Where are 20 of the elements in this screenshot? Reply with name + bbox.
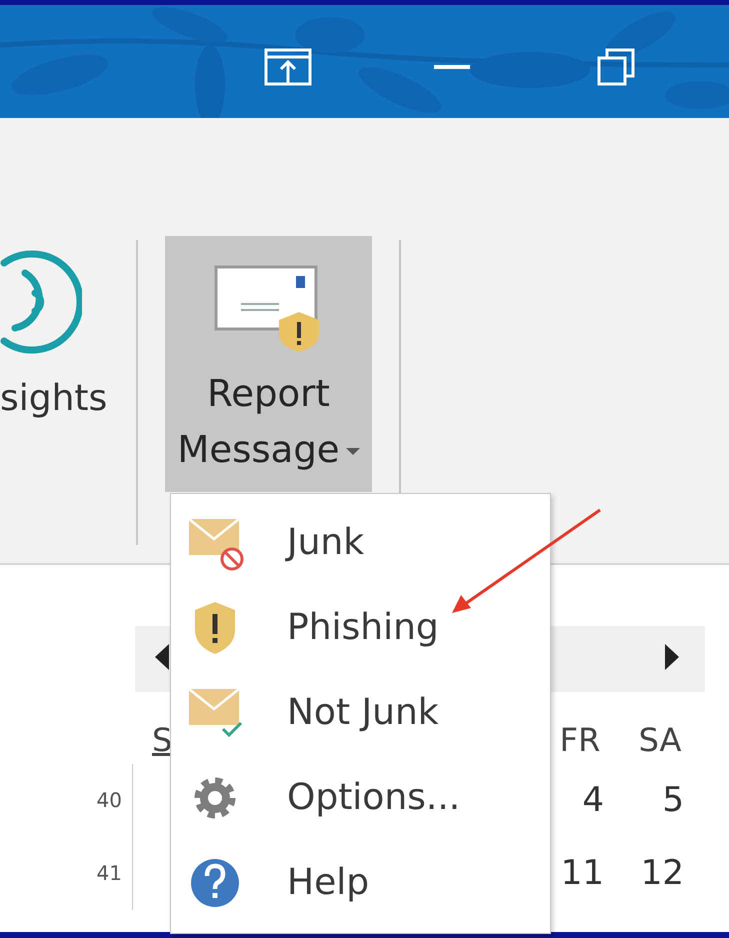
day-header: S <box>152 720 172 761</box>
insights-button[interactable]: sights <box>0 236 112 436</box>
menu-item[interactable]: Phishing <box>171 585 550 670</box>
menu-item[interactable]: Junk <box>171 500 550 585</box>
menu-item[interactable]: Options... <box>171 755 550 840</box>
caret-icon <box>346 448 360 456</box>
calendar-day[interactable]: 5 <box>620 775 700 826</box>
insights-icon <box>0 250 82 355</box>
week-number: 40 <box>90 764 133 837</box>
left-triangle-icon <box>155 644 169 670</box>
week-number: 41 <box>90 837 133 910</box>
calendar-day[interactable]: 12 <box>620 848 700 899</box>
right-triangle-icon <box>665 644 679 670</box>
report-message-button[interactable]: Report Message <box>165 236 372 492</box>
restore-icon <box>597 48 635 86</box>
minimize-icon <box>434 65 470 69</box>
day-header: SA <box>638 720 682 761</box>
menu-item[interactable]: Not Junk <box>171 670 550 755</box>
menu-item[interactable]: Help <box>171 840 550 925</box>
day-header: FR <box>558 720 602 761</box>
